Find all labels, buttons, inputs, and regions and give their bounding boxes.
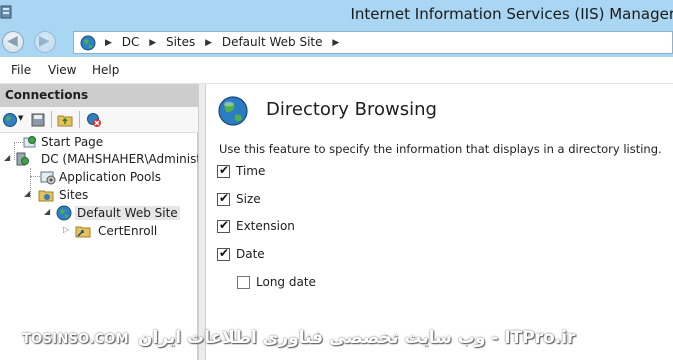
save-icon[interactable] <box>30 112 46 128</box>
start-page-icon <box>23 136 36 148</box>
expand-arrow-icon[interactable]: ▷ <box>63 225 69 234</box>
collapse-arrow-icon[interactable]: ◢ <box>44 207 50 216</box>
collapse-arrow-icon[interactable]: ◢ <box>4 153 10 162</box>
globe-icon <box>80 35 96 51</box>
back-arrow-icon: ◀ <box>7 33 18 49</box>
checkbox-label: Time <box>236 164 266 178</box>
checkbox-checked-icon[interactable] <box>217 191 230 206</box>
forward-button[interactable]: ▶ <box>34 31 56 53</box>
connections-header: Connections <box>0 84 198 107</box>
checkbox-label: Extension <box>236 219 295 233</box>
sites-folder-icon <box>38 190 54 202</box>
tree-label: Application Pools <box>59 170 161 184</box>
collapse-arrow-icon[interactable]: ◢ <box>24 189 30 198</box>
title-bar: Internet Information Services (IIS) Mana… <box>0 0 673 28</box>
address-row: ◀ ▶ ▶ DC ▶ Sites ▶ Default Web Site ▶ <box>0 28 673 57</box>
tree-label: CertEnroll <box>98 224 158 238</box>
up-folder-icon[interactable] <box>57 112 73 128</box>
tree-label: Default Web Site <box>75 206 180 220</box>
globe-icon <box>56 205 72 221</box>
iis-app-icon <box>0 5 12 19</box>
checkbox-label: Long date <box>256 275 316 289</box>
pane-splitter[interactable] <box>198 84 206 360</box>
breadcrumb-default-web-site[interactable]: Default Web Site <box>222 35 323 49</box>
toolbar-divider <box>51 111 52 128</box>
connect-globe-icon[interactable] <box>2 112 18 128</box>
checkbox-label: Date <box>236 247 265 261</box>
tree-item-start-page[interactable]: Start Page <box>22 133 192 151</box>
feature-description: Use this feature to specify the informat… <box>219 142 662 156</box>
chevron-right-icon[interactable]: ▶ <box>332 38 339 48</box>
menu-view[interactable]: View <box>48 63 76 77</box>
forward-arrow-icon: ▶ <box>39 33 50 49</box>
back-button[interactable]: ◀ <box>2 31 24 53</box>
address-bar[interactable]: ▶ DC ▶ Sites ▶ Default Web Site ▶ <box>73 31 673 54</box>
tree-item-server[interactable]: ◢ DC (MAHSHAHER\Administrator) <box>4 150 199 168</box>
checkbox-checked-icon[interactable] <box>217 218 230 233</box>
checkbox-unchecked-icon[interactable] <box>237 276 250 289</box>
server-icon <box>16 152 29 166</box>
checkbox-checked-icon[interactable] <box>217 163 230 178</box>
feature-pane: Directory Browsing Use this feature to s… <box>206 84 673 360</box>
connections-pane: Connections ▼ Start Page ◢ DC (MAHSHAHER… <box>0 84 199 360</box>
menu-file[interactable]: File <box>11 63 31 77</box>
virtual-directory-icon <box>75 226 91 238</box>
chevron-right-icon[interactable]: ▶ <box>105 38 112 48</box>
tree-label: Sites <box>59 188 89 202</box>
disconnect-icon[interactable] <box>86 112 102 128</box>
breadcrumb-sites[interactable]: Sites <box>166 35 195 49</box>
window-title: Internet Information Services (IIS) Mana… <box>350 5 673 23</box>
connections-toolbar: ▼ <box>0 107 198 133</box>
tree-label: Start Page <box>41 135 104 149</box>
directory-browsing-globe-icon <box>218 96 248 126</box>
tree-item-sites[interactable]: ◢ Sites <box>24 186 194 204</box>
menu-help[interactable]: Help <box>92 63 119 77</box>
application-pools-icon <box>40 171 56 185</box>
chevron-right-icon[interactable]: ▶ <box>205 38 212 48</box>
checkbox-label: Size <box>236 192 261 206</box>
checkbox-checked-icon[interactable] <box>217 246 230 261</box>
page-title: Directory Browsing <box>266 99 437 120</box>
tree-item-certenroll[interactable]: ▷ CertEnroll <box>63 222 193 240</box>
breadcrumb: ▶ DC ▶ Sites ▶ Default Web Site ▶ <box>99 35 345 49</box>
breadcrumb-dc[interactable]: DC <box>122 35 140 49</box>
tree-label: DC (MAHSHAHER\Administrator) <box>41 152 199 166</box>
tree-item-application-pools[interactable]: Application Pools <box>40 168 195 186</box>
chevron-right-icon[interactable]: ▶ <box>149 38 156 48</box>
menu-bar: File View Help <box>0 57 673 84</box>
tree-item-default-web-site[interactable]: ◢ Default Web Site <box>44 204 194 222</box>
tree-connector <box>30 176 40 177</box>
toolbar-divider <box>79 111 80 128</box>
dropdown-arrow-icon[interactable]: ▼ <box>18 114 23 122</box>
